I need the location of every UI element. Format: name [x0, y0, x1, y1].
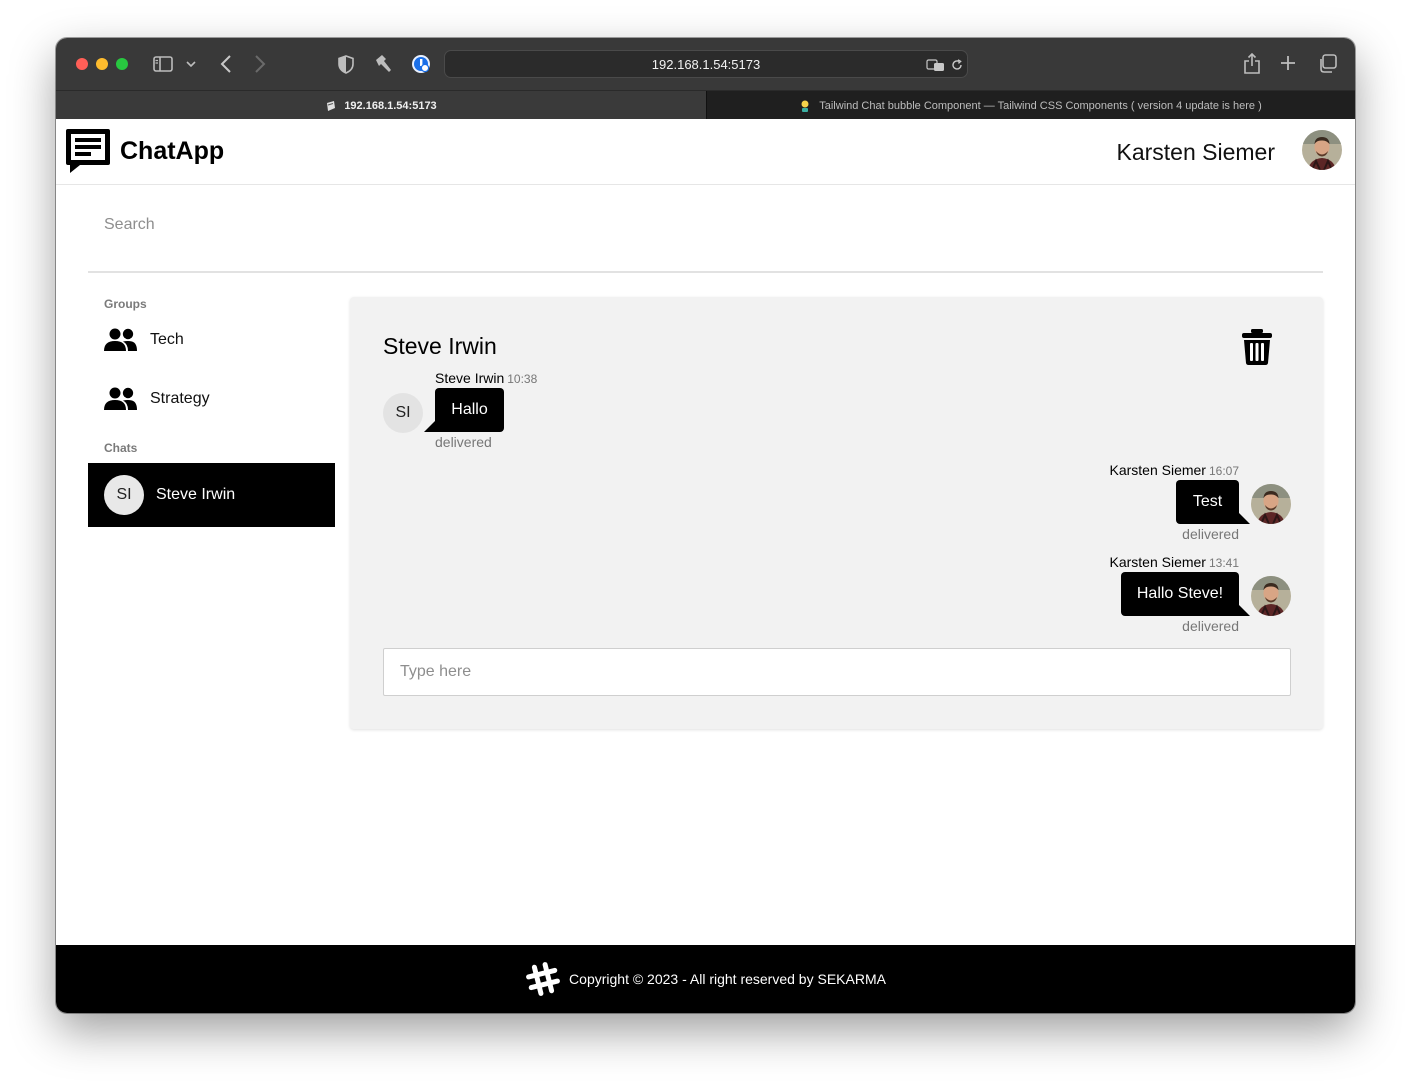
message-header: Steve Irwin 10:38	[435, 370, 537, 386]
site-favicon-icon	[325, 100, 337, 112]
conversation-title: Steve Irwin	[383, 333, 497, 359]
forward-arrow-icon[interactable]	[250, 53, 270, 75]
sidebar-toggle-icon[interactable]	[152, 54, 174, 74]
sidebar-item-label: Tech	[150, 331, 184, 348]
app-footer: Copyright © 2023 - All right reserved by…	[56, 945, 1355, 1013]
bubble-tail	[1239, 513, 1250, 524]
minimize-window-button[interactable]	[96, 58, 108, 70]
message-status: delivered	[1182, 526, 1239, 542]
users-icon	[104, 328, 137, 351]
message-sender: Karsten Siemer	[1109, 554, 1206, 570]
conversation-panel: Steve Irwin Steve Irwin 10:38 SI Hallo de…	[350, 297, 1323, 729]
chats-section-label: Chats	[104, 441, 138, 455]
bubble-tail	[424, 421, 435, 432]
browser-toolbar: 192.168.1.54:5173	[56, 38, 1355, 90]
chat-logo-icon[interactable]	[64, 127, 112, 175]
tab-overview-icon[interactable]	[1316, 52, 1338, 74]
groups-section-label: Groups	[104, 297, 147, 311]
chat-app: ChatApp Karsten Siemer Groups	[56, 119, 1355, 1013]
message-bubble: Test	[1176, 480, 1239, 524]
message-sender: Steve Irwin	[435, 370, 505, 386]
avatar: SI	[104, 475, 144, 515]
chat-item-label: Steve Irwin	[156, 486, 236, 503]
sidebar-item-strategy[interactable]: Strategy	[88, 377, 335, 421]
browser-window: 192.168.1.54:5173 192.168.1.54:5173 Tail…	[56, 38, 1355, 1013]
zoom-window-button[interactable]	[116, 58, 128, 70]
copyright-text: Copyright © 2023 - All right reserved by…	[569, 971, 886, 987]
back-arrow-icon[interactable]	[216, 53, 236, 75]
sidebar-chat-steve-irwin[interactable]: SI Steve Irwin	[88, 463, 335, 527]
close-window-button[interactable]	[76, 58, 88, 70]
browser-tab-tailwind[interactable]: Tailwind Chat bubble Component — Tailwin…	[706, 91, 1355, 120]
message-header: Karsten Siemer 13:41	[1109, 554, 1239, 570]
message-time: 10:38	[507, 372, 538, 386]
message-time: 16:07	[1208, 464, 1239, 478]
message-bubble: Hallo Steve!	[1121, 572, 1239, 616]
users-icon	[104, 387, 137, 410]
browser-tab-label: Tailwind Chat bubble Component — Tailwin…	[819, 99, 1262, 112]
browser-tab-bar: 192.168.1.54:5173 Tailwind Chat bubble C…	[56, 90, 1355, 120]
user-avatar	[1251, 576, 1291, 616]
message-sender: Karsten Siemer	[1109, 462, 1206, 478]
message-header: Karsten Siemer 16:07	[1109, 462, 1239, 478]
url-text: 192.168.1.54:5173	[651, 57, 761, 72]
hammer-icon[interactable]	[372, 52, 394, 76]
password-manager-icon[interactable]	[410, 52, 432, 76]
new-tab-plus-icon[interactable]	[1278, 53, 1298, 73]
user-avatar[interactable]	[1302, 130, 1342, 170]
chevron-down-icon[interactable]	[185, 56, 197, 72]
message-status: delivered	[1182, 618, 1239, 634]
message-input[interactable]	[383, 648, 1291, 696]
message-time: 13:41	[1208, 556, 1239, 570]
share-icon[interactable]	[1242, 51, 1262, 75]
bubble-tail	[1239, 605, 1250, 616]
sidebar-item-label: Strategy	[150, 390, 210, 407]
hashtag-logo-icon	[526, 962, 560, 996]
browser-tab-active[interactable]: 192.168.1.54:5173	[56, 91, 706, 120]
search-bar	[88, 185, 1323, 273]
address-bar[interactable]: 192.168.1.54:5173	[444, 50, 968, 78]
app-navbar: ChatApp Karsten Siemer	[56, 119, 1355, 185]
message-bubble: Hallo	[435, 388, 504, 432]
user-avatar	[1251, 484, 1291, 524]
message-status: delivered	[435, 434, 492, 450]
shield-icon[interactable]	[336, 53, 356, 75]
search-input[interactable]	[104, 213, 704, 237]
app-name[interactable]: ChatApp	[120, 137, 224, 166]
tailwind-components-favicon-icon	[800, 100, 812, 112]
trash-icon[interactable]	[1239, 328, 1275, 366]
current-user-name: Karsten Siemer	[1116, 139, 1275, 165]
reload-icon[interactable]	[949, 57, 965, 73]
browser-tab-label: 192.168.1.54:5173	[344, 99, 437, 112]
translate-icon[interactable]	[925, 57, 945, 73]
sidebar-item-tech[interactable]: Tech	[88, 318, 335, 362]
avatar: SI	[383, 393, 423, 433]
